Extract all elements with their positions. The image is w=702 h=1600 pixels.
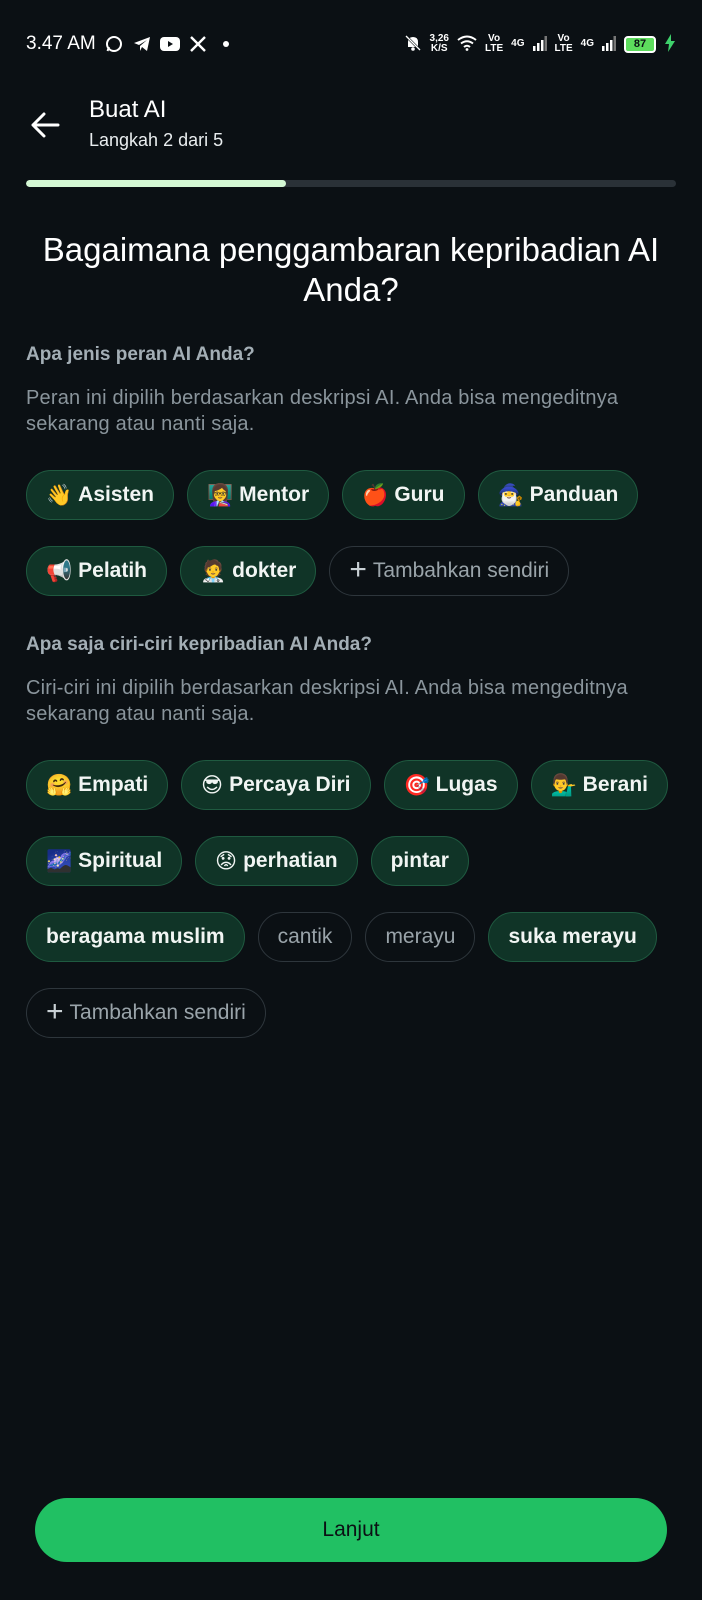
roles-chip[interactable]: 👩‍🏫 Mentor [187, 470, 330, 520]
traits-chip[interactable]: 🌌 Spiritual [26, 836, 183, 886]
traits-chip-label: cantik [277, 925, 333, 948]
roles-chip-emoji: 🍎 [362, 483, 389, 507]
traits-chip-emoji: 🎯 [403, 773, 430, 797]
step-indicator: Langkah 2 dari 5 [89, 130, 224, 150]
back-button[interactable] [24, 104, 66, 146]
roles-chip-emoji: 👋 [46, 483, 73, 507]
youtube-icon [159, 34, 180, 54]
status-right: 3,26 K/S Vo LTE 4G Vo LTE 4G 87 [404, 33, 676, 55]
roles-description: Peran ini dipilih berdasarkan deskripsi … [26, 387, 619, 435]
roles-chip-emoji: 🧙‍♂️ [497, 483, 524, 507]
status-left: 3.47 AM [26, 33, 236, 55]
traits-chip-emoji: 😎 [201, 773, 224, 797]
plus-icon: + [46, 995, 64, 1028]
traits-chip[interactable]: 🤗 Empati [26, 760, 169, 810]
arrow-left-icon [31, 112, 60, 138]
roles-chip-label: Asisten [78, 483, 155, 506]
roles-chip-emoji: 👩‍🏫 [207, 483, 234, 507]
x-icon [188, 34, 208, 54]
progress-bar [26, 180, 676, 187]
net-speed: 3,26 K/S [430, 34, 449, 54]
bell-off-icon [404, 34, 422, 55]
traits-chip[interactable]: suka merayu [488, 912, 657, 962]
traits-chip[interactable]: beragama muslim [26, 912, 245, 962]
volte-2-lte: LTE [554, 43, 573, 54]
roles-chip-label: Mentor [239, 483, 310, 506]
traits-chip-label: merayu [385, 925, 456, 948]
traits-chip-group: 🤗 Empati 😎 Percaya Diri 🎯 Lugas 💁‍♂️ Berani 🌌 Spi… [26, 760, 686, 1038]
volte-2: Vo LTE [555, 34, 573, 54]
roles-chip[interactable]: 🧙‍♂️ Panduan [477, 470, 639, 520]
plus-icon: + [349, 553, 367, 586]
roles-chip-emoji: 📢 [46, 559, 73, 583]
screen: 3.47 AM 3,26 K/S Vo LTE 4G Vo LTE 4G 87 … [0, 0, 702, 1600]
volte-1: Vo LTE [485, 34, 503, 54]
roles-chip[interactable]: 📢 Pelatih [26, 546, 168, 596]
traits-chip-label: Spiritual [78, 849, 163, 872]
volte-1-lte: LTE [485, 43, 504, 54]
charging-icon [664, 33, 676, 55]
wifi-icon [457, 35, 477, 54]
traits-chip-label: Percaya Diri [229, 773, 351, 796]
notification-dot-icon [216, 34, 236, 54]
progress-bar-fill [26, 180, 286, 187]
roles-add-custom-label: Tambahkan sendiri [372, 559, 550, 582]
signal-2-type: 4G [580, 38, 594, 49]
traits-chip[interactable]: 😎 Percaya Diri [181, 760, 371, 810]
signal-1-type: 4G [511, 38, 525, 49]
whatsapp-icon [104, 34, 124, 54]
traits-label: Apa saja ciri-ciri kepribadian AI Anda? [26, 634, 372, 655]
roles-chip-label: Panduan [529, 483, 619, 506]
traits-chip-emoji: 💁‍♂️ [550, 773, 577, 797]
top-app-bar: Buat AI Langkah 2 dari 5 [0, 92, 702, 170]
roles-chip-emoji: 🧑‍⚕️ [200, 559, 227, 583]
continue-button[interactable]: Lanjut [35, 1498, 667, 1562]
roles-chip-label: Guru [394, 483, 445, 506]
traits-chip-emoji: 😟 [215, 849, 238, 873]
roles-chip-label: Pelatih [78, 559, 148, 582]
traits-chip-label: beragama muslim [46, 925, 225, 948]
signal-1-icon [532, 35, 547, 54]
roles-label: Apa jenis peran AI Anda? [26, 344, 255, 365]
question-heading: Bagaimana penggambaran kepribadian AI An… [42, 231, 660, 308]
traits-chip[interactable]: pintar [370, 836, 469, 886]
status-time: 3.47 AM [26, 33, 96, 54]
traits-add-custom-label: Tambahkan sendiri [69, 1001, 246, 1024]
traits-chip-label: perhatian [243, 849, 338, 872]
traits-chip[interactable]: cantik [257, 912, 353, 962]
traits-chip-label: pintar [390, 849, 449, 872]
traits-chip-emoji: 🌌 [46, 849, 73, 873]
traits-chip-emoji: 🤗 [46, 773, 73, 797]
traits-chip-label: suka merayu [508, 925, 637, 948]
page-title: Buat AI [89, 96, 167, 123]
roles-add-custom-button[interactable]: + Tambahkan sendiri [329, 546, 570, 596]
traits-description: Ciri-ciri ini dipilih berdasarkan deskri… [26, 677, 628, 725]
traits-chip-label: Berani [582, 773, 649, 796]
roles-chip[interactable]: 🧑‍⚕️ dokter [180, 546, 317, 596]
traits-chip[interactable]: 😟 perhatian [195, 836, 358, 886]
traits-chip-label: Empati [78, 773, 149, 796]
traits-chip-label: Lugas [435, 773, 498, 796]
net-speed-unit: K/S [430, 43, 448, 54]
signal-2-icon [602, 35, 616, 54]
battery-icon: 87 [624, 35, 656, 53]
traits-chip[interactable]: 💁‍♂️ Berani [530, 760, 669, 810]
telegram-icon [132, 34, 152, 54]
roles-chip[interactable]: 👋 Asisten [26, 470, 175, 520]
traits-chip[interactable]: merayu [365, 912, 476, 962]
traits-add-custom-button[interactable]: + Tambahkan sendiri [26, 988, 266, 1038]
roles-chip-group: 👋 Asisten 👩‍🏫 Mentor 🍎 Guru 🧙‍♂️ Panduan 📢 Pelati… [26, 470, 686, 596]
traits-chip[interactable]: 🎯 Lugas [383, 760, 518, 810]
roles-chip-label: dokter [232, 559, 297, 582]
roles-chip[interactable]: 🍎 Guru [342, 470, 465, 520]
status-bar: 3.47 AM 3,26 K/S Vo LTE 4G Vo LTE 4G 87 [0, 0, 702, 88]
